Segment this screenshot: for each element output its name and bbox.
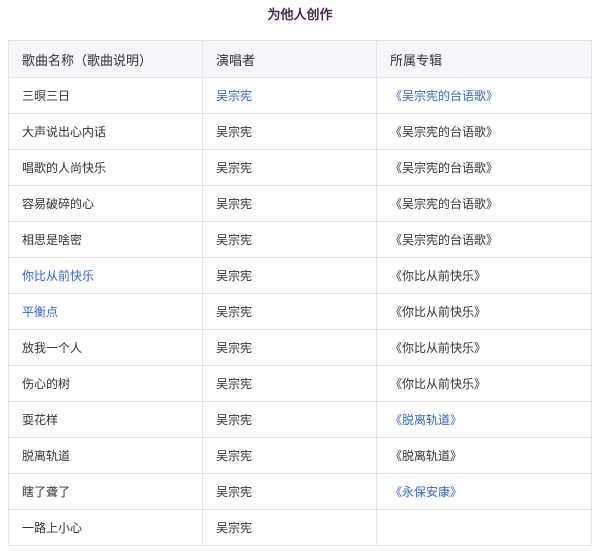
song-text: 一路上小心 bbox=[22, 521, 83, 535]
song-text: 瞎了聋了 bbox=[22, 485, 71, 499]
album-text: 《吴宗宪的台语歌》 bbox=[390, 197, 499, 211]
singer-text: 吴宗宪 bbox=[216, 413, 253, 427]
album-cell bbox=[376, 509, 592, 546]
singer-cell: 吴宗宪 bbox=[202, 149, 377, 186]
table-row: 你比从前快乐 吴宗宪 《你比从前快乐》 bbox=[8, 257, 592, 294]
header-album: 所属专辑 bbox=[376, 40, 592, 78]
singer-cell: 吴宗宪 bbox=[202, 473, 377, 510]
singer-cell: 吴宗宪 bbox=[202, 293, 377, 330]
song-text: 唱歌的人尚快乐 bbox=[22, 161, 107, 175]
song-text: 相思是啥密 bbox=[22, 233, 83, 247]
table-row: 平衡点 吴宗宪 《你比从前快乐》 bbox=[8, 293, 592, 330]
table-row: 相思是啥密 吴宗宪 《吴宗宪的台语歌》 bbox=[8, 221, 592, 258]
album-link[interactable]: 《脱离轨道》 bbox=[390, 413, 462, 427]
song-cell: 伤心的树 bbox=[8, 365, 203, 402]
singer-cell: 吴宗宪 bbox=[202, 509, 377, 546]
song-cell: 瞎了聋了 bbox=[8, 473, 203, 510]
song-text: 大声说出心内话 bbox=[22, 125, 107, 139]
header-song-name: 歌曲名称（歌曲说明） bbox=[8, 40, 203, 78]
singer-text: 吴宗宪 bbox=[216, 521, 253, 535]
song-link[interactable]: 你比从前快乐 bbox=[22, 269, 94, 283]
album-text: 《你比从前快乐》 bbox=[390, 377, 487, 391]
table-row: 耍花样 吴宗宪 《脱离轨道》 bbox=[8, 401, 592, 438]
singer-text: 吴宗宪 bbox=[216, 161, 253, 175]
singer-text: 吴宗宪 bbox=[216, 485, 253, 499]
album-cell: 《永保安康》 bbox=[376, 473, 592, 510]
song-cell: 耍花样 bbox=[8, 401, 203, 438]
album-cell: 《你比从前快乐》 bbox=[376, 365, 592, 402]
song-cell: 你比从前快乐 bbox=[8, 257, 203, 294]
song-text: 三暝三日 bbox=[22, 89, 71, 103]
album-cell: 《吴宗宪的台语歌》 bbox=[376, 185, 592, 222]
table-row: 一路上小心 吴宗宪 bbox=[8, 509, 592, 546]
album-cell: 《脱离轨道》 bbox=[376, 401, 592, 438]
singer-cell: 吴宗宪 bbox=[202, 221, 377, 258]
song-cell: 容易破碎的心 bbox=[8, 185, 203, 222]
song-cell: 三暝三日 bbox=[8, 77, 203, 114]
song-text: 伤心的树 bbox=[22, 377, 71, 391]
album-text: 《你比从前快乐》 bbox=[390, 305, 487, 319]
song-text: 脱离轨道 bbox=[22, 449, 71, 463]
singer-text: 吴宗宪 bbox=[216, 449, 253, 463]
song-cell: 相思是啥密 bbox=[8, 221, 203, 258]
singer-text: 吴宗宪 bbox=[216, 341, 253, 355]
table-row: 伤心的树 吴宗宪 《你比从前快乐》 bbox=[8, 365, 592, 402]
album-link[interactable]: 《永保安康》 bbox=[390, 485, 462, 499]
singer-text: 吴宗宪 bbox=[216, 305, 253, 319]
singer-text: 吴宗宪 bbox=[216, 197, 253, 211]
album-cell: 《吴宗宪的台语歌》 bbox=[376, 113, 592, 150]
album-text: 《吴宗宪的台语歌》 bbox=[390, 125, 499, 139]
album-cell: 《吴宗宪的台语歌》 bbox=[376, 77, 592, 114]
song-cell: 平衡点 bbox=[8, 293, 203, 330]
singer-cell: 吴宗宪 bbox=[202, 437, 377, 474]
singer-cell: 吴宗宪 bbox=[202, 257, 377, 294]
section-title: 为他人创作 bbox=[267, 8, 333, 23]
singer-cell: 吴宗宪 bbox=[202, 77, 377, 114]
song-link[interactable]: 平衡点 bbox=[22, 305, 58, 319]
table-row: 大声说出心内话 吴宗宪 《吴宗宪的台语歌》 bbox=[8, 113, 592, 150]
singer-link[interactable]: 吴宗宪 bbox=[216, 89, 252, 103]
header-singer: 演唱者 bbox=[202, 40, 377, 78]
song-text: 耍花样 bbox=[22, 413, 59, 427]
album-text: 《脱离轨道》 bbox=[390, 449, 463, 463]
song-cell: 脱离轨道 bbox=[8, 437, 203, 474]
singer-cell: 吴宗宪 bbox=[202, 113, 377, 150]
song-cell: 一路上小心 bbox=[8, 509, 203, 546]
album-cell: 《脱离轨道》 bbox=[376, 437, 592, 474]
album-cell: 《吴宗宪的台语歌》 bbox=[376, 221, 592, 258]
song-text: 放我一个人 bbox=[22, 341, 83, 355]
singer-cell: 吴宗宪 bbox=[202, 329, 377, 366]
song-cell: 放我一个人 bbox=[8, 329, 203, 366]
singer-cell: 吴宗宪 bbox=[202, 365, 377, 402]
album-cell: 《你比从前快乐》 bbox=[376, 293, 592, 330]
album-text: 《你比从前快乐》 bbox=[390, 269, 487, 283]
singer-cell: 吴宗宪 bbox=[202, 401, 377, 438]
album-text: 《你比从前快乐》 bbox=[390, 341, 487, 355]
album-cell: 《你比从前快乐》 bbox=[376, 257, 592, 294]
singer-text: 吴宗宪 bbox=[216, 233, 253, 247]
album-cell: 《你比从前快乐》 bbox=[376, 329, 592, 366]
songs-table: 歌曲名称（歌曲说明） 演唱者 所属专辑 三暝三日 吴宗宪 《吴宗宪的台语歌》 大声说出… bbox=[8, 40, 592, 546]
table-row: 瞎了聋了 吴宗宪 《永保安康》 bbox=[8, 473, 592, 510]
table-header-row: 歌曲名称（歌曲说明） 演唱者 所属专辑 bbox=[8, 40, 592, 78]
table-row: 放我一个人 吴宗宪 《你比从前快乐》 bbox=[8, 329, 592, 366]
table-row: 唱歌的人尚快乐 吴宗宪 《吴宗宪的台语歌》 bbox=[8, 149, 592, 186]
album-link[interactable]: 《吴宗宪的台语歌》 bbox=[390, 89, 498, 103]
album-cell: 《吴宗宪的台语歌》 bbox=[376, 149, 592, 186]
singer-cell: 吴宗宪 bbox=[202, 185, 377, 222]
singer-text: 吴宗宪 bbox=[216, 377, 253, 391]
song-text: 容易破碎的心 bbox=[22, 197, 95, 211]
table-row: 脱离轨道 吴宗宪 《脱离轨道》 bbox=[8, 437, 592, 474]
song-cell: 唱歌的人尚快乐 bbox=[8, 149, 203, 186]
singer-text: 吴宗宪 bbox=[216, 125, 253, 139]
album-text: 《吴宗宪的台语歌》 bbox=[390, 233, 499, 247]
table-row: 容易破碎的心 吴宗宪 《吴宗宪的台语歌》 bbox=[8, 185, 592, 222]
singer-text: 吴宗宪 bbox=[216, 269, 253, 283]
song-cell: 大声说出心内话 bbox=[8, 113, 203, 150]
album-text: 《吴宗宪的台语歌》 bbox=[390, 161, 499, 175]
table-row: 三暝三日 吴宗宪 《吴宗宪的台语歌》 bbox=[8, 77, 592, 114]
